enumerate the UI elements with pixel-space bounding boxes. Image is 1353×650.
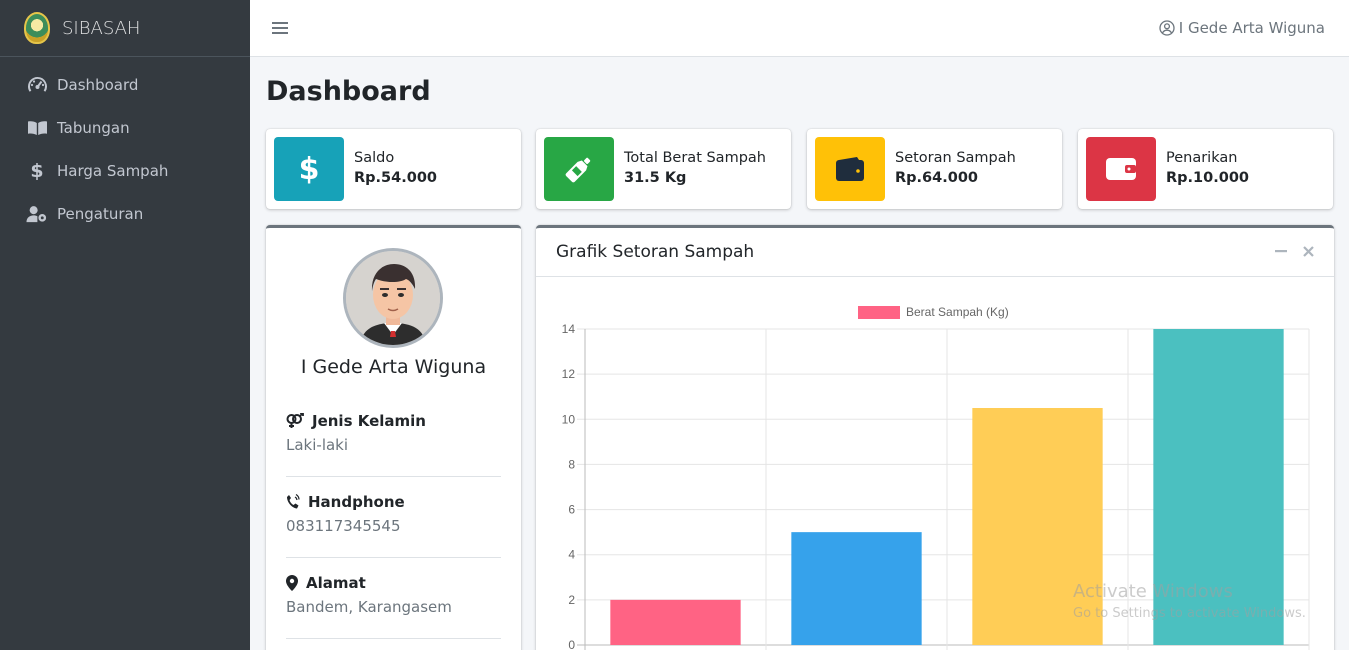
sidebar-item-label: Pengaturan (57, 204, 144, 223)
y-tick-label: 10 (562, 412, 576, 426)
profile-name: I Gede Arta Wiguna (300, 356, 487, 378)
map-marker-icon (286, 575, 298, 591)
sidebar-item-tabungan[interactable]: Tabungan (0, 106, 250, 149)
close-icon[interactable] (1303, 244, 1314, 260)
bar (1153, 329, 1284, 645)
chart-card-header: Grafik Setoran Sampah (536, 228, 1334, 277)
profile-phone-label: Handphone (308, 493, 405, 511)
user-menu[interactable]: I Gede Arta Wiguna (1159, 19, 1325, 37)
user-name: I Gede Arta Wiguna (1178, 19, 1325, 37)
setoran-sampah-info-box: Setoran Sampah Rp.64.000 (807, 129, 1062, 209)
y-tick-label: 6 (568, 503, 575, 517)
y-tick-label: 12 (562, 367, 576, 381)
legend-label: Berat Sampah (Kg) (906, 305, 1009, 319)
dollar-icon: $ (274, 137, 344, 201)
info-box-label: Penarikan (1166, 149, 1238, 166)
sidebar-item-label: Dashboard (57, 75, 139, 94)
bottle-icon (544, 137, 614, 201)
chart-card: Grafik Setoran Sampah Berat Sampah (Kg) 0… (536, 225, 1334, 650)
berat-sampah-info-box: Total Berat Sampah 31.5 Kg (536, 129, 791, 209)
sidebar-nav: Dashboard Tabungan $ Harga Sampah Pengat… (0, 57, 250, 235)
profile-phone-value: 083117345545 (286, 517, 401, 535)
user-cog-icon (26, 203, 48, 225)
tachometer-icon (26, 74, 48, 96)
scrollbar[interactable] (1349, 0, 1353, 650)
bar-chart: Berat Sampah (Kg) 0 2 4 6 8 10 12 14 (562, 305, 1310, 650)
phone-volume-icon (287, 494, 300, 509)
brand-name: SIBASAH (62, 17, 141, 39)
profile-gender-label: Jenis Kelamin (312, 412, 426, 430)
saldo-info-box: $ Saldo Rp.54.000 (266, 129, 521, 209)
wallet-icon (815, 137, 885, 201)
book-icon (26, 117, 48, 139)
dollar-icon: $ (30, 159, 44, 182)
sidebar-item-harga-sampah[interactable]: $ Harga Sampah (0, 149, 250, 192)
profile-gender-value: Laki-laki (286, 436, 349, 454)
wallet-open-icon (1086, 137, 1156, 201)
bar (791, 532, 922, 645)
sidebar-item-label: Harga Sampah (57, 161, 169, 180)
profile-gender: Jenis Kelamin Laki-laki (286, 396, 501, 477)
sidebar-item-pengaturan[interactable]: Pengaturan (0, 192, 250, 235)
info-box-value: Rp.10.000 (1166, 169, 1250, 186)
brand-link[interactable]: SIBASAH (0, 0, 250, 57)
y-tick-label: 8 (568, 457, 575, 471)
bar (972, 408, 1103, 645)
info-box-label: Total Berat Sampah (624, 149, 766, 166)
profile-card: I Gede Arta Wiguna Jenis Kelamin Laki-la… (266, 225, 521, 650)
user-circle-icon (1159, 20, 1175, 36)
y-tick-label: 4 (568, 548, 575, 562)
info-box-value: 31.5 Kg (624, 169, 687, 186)
y-tick-label: 14 (562, 322, 576, 336)
main-content: Dashboard $ Saldo Rp.54.000 Total Berat … (250, 57, 1349, 650)
profile-phone: Handphone 083117345545 (286, 477, 501, 558)
avatar (343, 248, 443, 348)
info-box-value: Rp.54.000 (354, 169, 438, 186)
info-box-value: Rp.64.000 (895, 169, 979, 186)
legend-swatch (858, 306, 900, 319)
brand-logo (24, 12, 50, 44)
collapse-icon[interactable] (1275, 244, 1287, 260)
top-navbar: I Gede Arta Wiguna (250, 0, 1353, 57)
bar (610, 599, 741, 645)
profile-address-value: Bandem, Karangasem (286, 598, 452, 616)
menu-toggle-icon[interactable] (272, 22, 288, 34)
page-title: Dashboard (266, 76, 431, 107)
y-tick-label: 2 (568, 593, 575, 607)
venus-mars-icon (286, 413, 304, 428)
info-box-label: Saldo (354, 149, 395, 166)
penarikan-info-box: Penarikan Rp.10.000 (1078, 129, 1333, 209)
sidebar-item-label: Tabungan (57, 118, 130, 137)
sidebar: SIBASAH Dashboard Tabungan $ Harga Sampa… (0, 0, 250, 650)
profile-address-label: Alamat (306, 574, 366, 592)
sidebar-item-dashboard[interactable]: Dashboard (0, 63, 250, 106)
chart-card-title: Grafik Setoran Sampah (556, 242, 755, 262)
profile-address: Alamat Bandem, Karangasem (286, 558, 501, 639)
info-box-label: Setoran Sampah (895, 149, 1016, 166)
y-tick-label: 0 (568, 638, 575, 650)
